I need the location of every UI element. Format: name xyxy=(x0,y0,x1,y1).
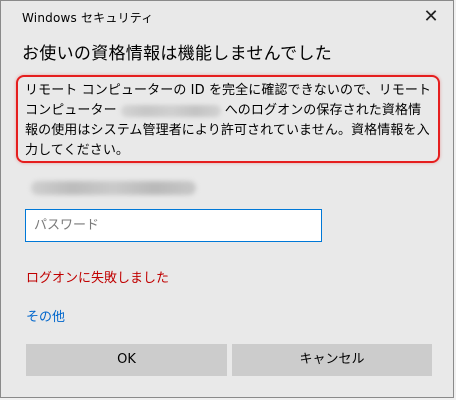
logon-error-text: ログオンに失敗しました xyxy=(26,271,170,286)
redacted-username xyxy=(31,181,196,195)
dialog-message: リモート コンピューターの ID を完全に確認できないので、リモート コンピュー… xyxy=(25,81,433,161)
title-bar: Windows セキュリティ ✕ xyxy=(1,1,453,31)
cancel-button[interactable]: キャンセル xyxy=(232,344,432,376)
close-icon[interactable]: ✕ xyxy=(409,1,453,31)
window-title: Windows セキュリティ xyxy=(22,11,154,25)
password-input[interactable] xyxy=(25,209,322,242)
more-choices-link[interactable]: その他 xyxy=(26,306,65,325)
redacted-hostname xyxy=(120,104,221,117)
dialog-heading: お使いの資格情報は機能しませんでした xyxy=(22,44,333,64)
ok-button[interactable]: OK xyxy=(26,344,227,376)
credential-dialog: Windows セキュリティ ✕ お使いの資格情報は機能しませんでした リモート… xyxy=(0,0,454,398)
